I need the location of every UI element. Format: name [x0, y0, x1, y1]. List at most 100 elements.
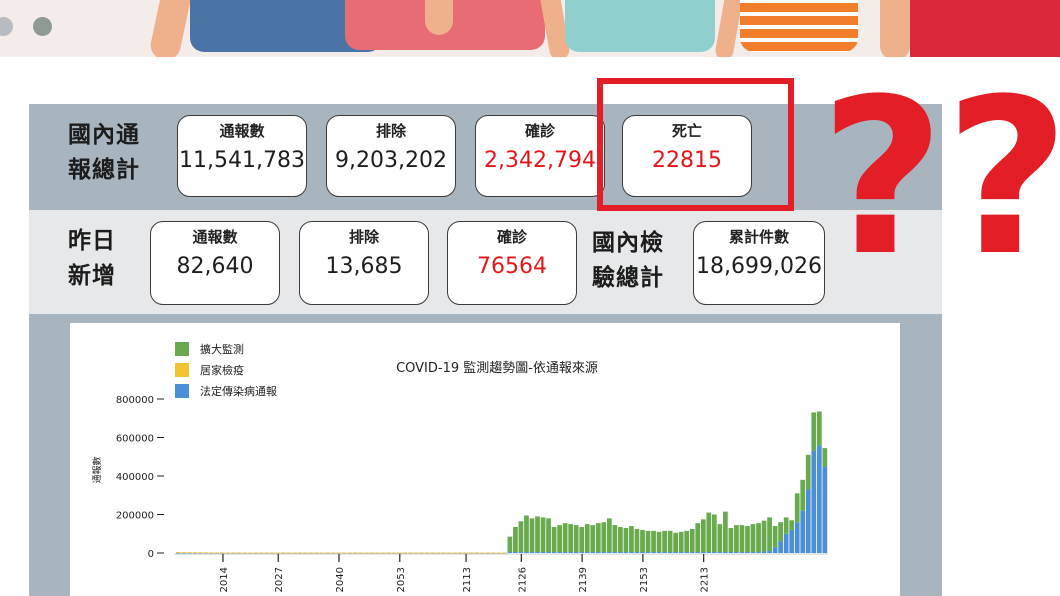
bar-segment: [700, 519, 706, 553]
legend-label: 擴大監測: [200, 342, 244, 356]
card-value: 9,203,202: [335, 148, 447, 173]
yesterday-reported-card: 通報數 82,640: [150, 221, 280, 305]
bar-segment: [756, 523, 761, 553]
bar-segment: [822, 448, 828, 467]
carousel-dot[interactable]: [0, 17, 13, 36]
bar-segment: [717, 552, 723, 553]
bar-segment: [380, 552, 386, 554]
legend-label: 居家檢疫: [200, 363, 244, 377]
bar-segment: [463, 552, 469, 554]
bar-segment: [662, 552, 667, 553]
chart-title: COVID-19 監測趨勢圖-依通報來源: [396, 360, 598, 376]
bar-segment: [325, 552, 330, 554]
total-excluded-card: 排除 9,203,202: [326, 115, 456, 197]
bar-segment: [557, 525, 562, 553]
x-tick-label: 2113: [462, 567, 473, 592]
card-title: 通報數: [219, 122, 265, 140]
bar-segment: [800, 479, 806, 511]
legend-swatch: [175, 384, 189, 398]
bar-segment: [695, 552, 701, 553]
bar-segment: [374, 552, 380, 554]
bar-segment: [198, 552, 203, 554]
bar-segment: [546, 552, 551, 553]
card-title: 排除: [375, 122, 406, 140]
bar-segment: [297, 552, 303, 554]
bar-segment: [767, 517, 772, 552]
total-reported-card: 通報數 11,541,783: [177, 115, 307, 197]
bar-segment: [513, 552, 518, 553]
bar-segment: [761, 551, 767, 553]
bar-segment: [656, 552, 662, 553]
testing-cumulative-card: 累計件數 18,699,026: [693, 221, 825, 305]
bar-segment: [673, 552, 679, 553]
bar-segment: [551, 527, 557, 553]
bar-segment: [789, 529, 795, 553]
bar-segment: [269, 552, 275, 554]
bar-segment: [435, 552, 441, 554]
bar-segment: [253, 552, 259, 554]
bar-segment: [595, 523, 601, 553]
bar-segment: [745, 552, 750, 553]
bar-segment: [490, 552, 496, 554]
bar-segment: [524, 552, 529, 553]
bar-segment: [673, 532, 679, 553]
bar-segment: [761, 520, 767, 552]
bar-segment: [457, 552, 463, 554]
bar-segment: [734, 525, 739, 553]
bar-segment: [408, 552, 413, 554]
y-tick-label: 800000: [116, 395, 154, 406]
bar-segment: [667, 530, 673, 553]
card-title: 通報數: [192, 228, 238, 246]
bar-segment: [341, 552, 347, 554]
bar-segment: [772, 547, 778, 553]
bar-segment: [319, 552, 325, 554]
bar-segment: [706, 512, 712, 553]
bar-segment: [800, 510, 806, 553]
bar-segment: [181, 552, 187, 553]
bar-segment: [303, 552, 308, 554]
bar-segment: [601, 522, 607, 553]
bar-segment: [612, 552, 618, 553]
bar-segment: [336, 552, 341, 554]
bar-segment: [513, 527, 518, 553]
bar-segment: [292, 552, 297, 554]
label-line: 昨日: [68, 228, 116, 254]
bar-segment: [750, 552, 756, 553]
bar-segment: [739, 525, 745, 553]
bar-segment: [778, 522, 783, 542]
y-axis: 800000 600000 400000 200000 0: [116, 395, 164, 560]
bar-segment: [176, 552, 181, 553]
carousel-dot[interactable]: [33, 17, 52, 36]
bar-segment: [314, 552, 319, 554]
bar-segment: [275, 552, 281, 554]
bar-segment: [573, 552, 579, 553]
bar-segment: [502, 552, 507, 554]
bar-segment: [413, 552, 419, 554]
bar-segment: [745, 526, 750, 553]
card-value: 13,685: [325, 254, 403, 279]
bar-segment: [739, 552, 745, 553]
bar-segment: [640, 529, 645, 553]
chart-legend: 擴大監測居家檢疫法定傳染病通報: [175, 342, 277, 398]
bar-segment: [529, 552, 535, 553]
bar-segment: [286, 552, 292, 554]
bar-segment: [280, 552, 286, 554]
bar-segment: [430, 552, 435, 554]
bar-segment: [601, 552, 607, 553]
bar-segment: [612, 525, 618, 553]
bar-segment: [734, 552, 739, 553]
label-line: 報總計: [68, 157, 140, 183]
x-tick-label: 2139: [578, 567, 589, 592]
bar-segment: [822, 466, 828, 554]
bar-segment: [667, 552, 673, 553]
bar-segment: [579, 552, 585, 553]
bar-segment: [479, 552, 485, 554]
bar-segment: [391, 552, 397, 554]
bar-segment: [756, 552, 761, 553]
bar-segment: [568, 524, 574, 553]
bar-segment: [507, 552, 513, 553]
bar-segment: [535, 516, 540, 553]
bar-segment: [540, 552, 546, 553]
bar-segment: [678, 531, 684, 553]
bar-segment: [419, 552, 424, 554]
